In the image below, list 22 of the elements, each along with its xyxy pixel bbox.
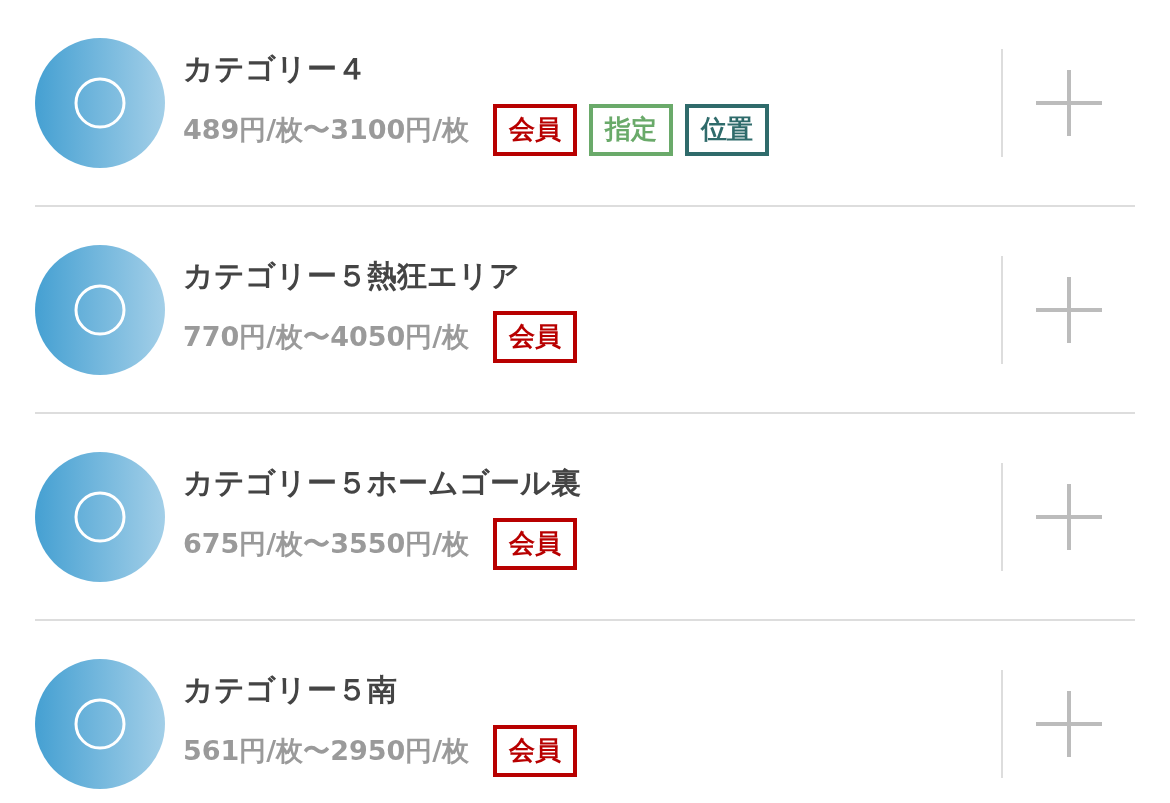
price-range: 770円/枚〜4050円/枚 [183,320,470,354]
price-range: 489円/枚〜3100円/枚 [183,113,470,147]
category-name: カテゴリー４ [183,50,368,89]
category-name: カテゴリー５ホームゴール裏 [183,464,582,503]
ticket-category-icon [35,244,165,375]
ticket-category-icon [35,451,165,582]
category-name: カテゴリー５熱狂エリア [183,257,521,296]
tag: 会員 [493,104,578,156]
category-name: カテゴリー５南 [183,671,398,710]
add-icon[interactable] [1036,483,1102,550]
tag: 会員 [493,311,578,363]
tag: 位置 [685,104,770,156]
tag: 指定 [589,104,674,156]
ticket-category-icon [35,37,165,168]
tag: 会員 [493,725,578,777]
price-range: 675円/枚〜3550円/枚 [183,527,470,561]
add-icon[interactable] [1036,69,1102,136]
ticket-category-icon [35,658,165,789]
tag: 会員 [493,518,578,570]
price-range: 561円/枚〜2950円/枚 [183,734,470,768]
add-icon[interactable] [1036,276,1102,343]
add-icon[interactable] [1036,690,1102,757]
